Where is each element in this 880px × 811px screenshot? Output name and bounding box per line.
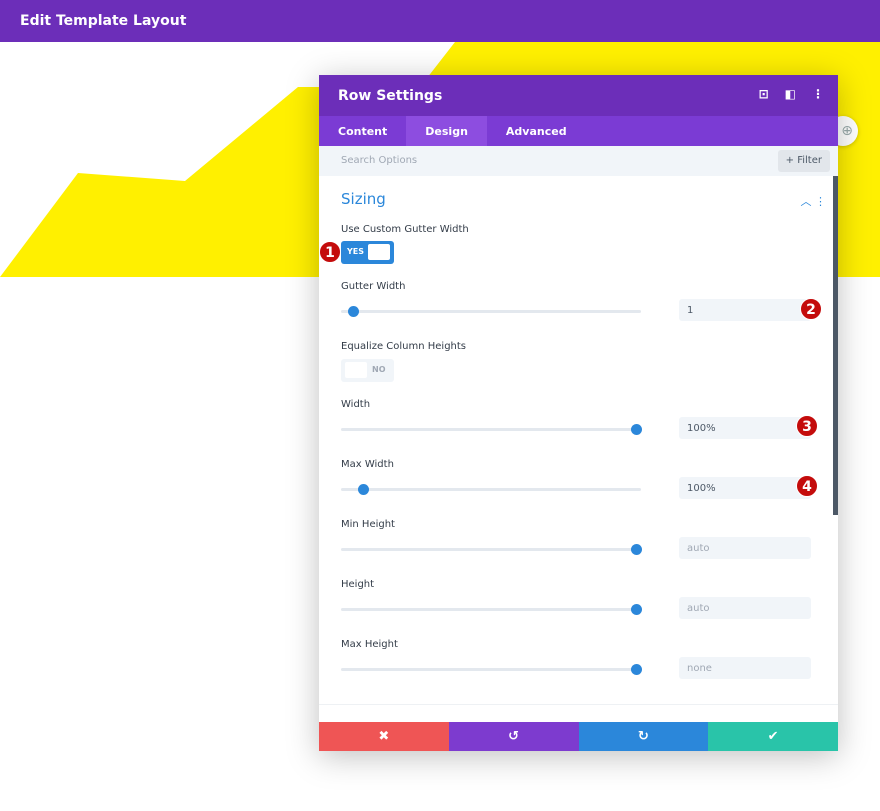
min-height-input[interactable]: auto [679,537,811,559]
max-height-label: Max Height [341,639,398,650]
modal-footer: ✖ ↺ ↻ ✔ [319,722,838,751]
gutter-width-input[interactable]: 1 [679,299,811,321]
section-menu-icon[interactable]: ⋮ [815,195,826,208]
tab-advanced[interactable]: Advanced [487,116,586,146]
gutter-width-slider[interactable] [341,306,641,317]
custom-gutter-label: Use Custom Gutter Width [341,224,469,235]
chevron-up-icon[interactable]: ︿ [801,195,812,208]
expand-icon[interactable]: ⊡ [759,87,769,101]
top-bar: Edit Template Layout [0,0,880,42]
width-input[interactable]: 100% [679,417,811,439]
height-input[interactable]: auto [679,597,811,619]
row-settings-modal: Row Settings ⊡ ◧ ⋮ Content Design Advanc… [319,75,838,751]
page-title: Edit Template Layout [20,13,187,29]
max-height-slider[interactable] [341,664,642,675]
settings-body: Sizing ︿ ⋮ Use Custom Gutter Width YES G… [319,176,838,722]
height-slider[interactable] [341,604,642,615]
custom-gutter-toggle[interactable]: YES [341,241,394,264]
undo-button[interactable]: ↺ [448,722,579,751]
redo-button[interactable]: ↻ [578,722,709,751]
scrollbar[interactable] [833,176,838,515]
split-view-icon[interactable]: ◧ [785,87,796,101]
slider-thumb[interactable] [631,544,642,555]
divider [319,704,838,705]
equalize-toggle[interactable]: NO [341,359,394,382]
search-placeholder: Search Options [341,155,418,166]
modal-title: Row Settings [338,88,443,104]
max-height-input[interactable]: none [679,657,811,679]
filter-button[interactable]: + Filter [777,150,830,172]
toggle-state: YES [347,247,365,256]
step-badge-1: 1 [319,241,341,263]
step-badge-2: 2 [800,298,822,320]
step-badge-3: 3 [796,415,818,437]
more-vertical-icon[interactable]: ⋮ [812,87,824,101]
slider-thumb[interactable] [631,424,642,435]
step-badge-4: 4 [796,475,818,497]
max-width-input[interactable]: 100% [679,477,811,499]
max-width-slider[interactable] [341,484,641,495]
toggle-state: NO [372,365,386,374]
search-options-input[interactable]: Search Options + Filter [319,146,838,176]
tab-design[interactable]: Design [406,116,487,146]
max-width-label: Max Width [341,459,394,470]
tab-bar: Content Design Advanced [319,116,838,146]
slider-thumb[interactable] [631,604,642,615]
min-height-label: Min Height [341,519,395,530]
min-height-slider[interactable] [341,544,642,555]
equalize-label: Equalize Column Heights [341,341,467,352]
cancel-button[interactable]: ✖ [319,722,449,751]
save-button[interactable]: ✔ [708,722,838,751]
width-label: Width [341,399,371,410]
tab-content[interactable]: Content [319,116,406,146]
slider-thumb[interactable] [347,306,359,317]
section-title[interactable]: Sizing [341,190,386,208]
slider-thumb[interactable] [358,484,370,495]
height-label: Height [341,579,375,590]
gutter-width-label: Gutter Width [341,281,406,292]
modal-header: Row Settings ⊡ ◧ ⋮ [319,75,838,116]
width-slider[interactable] [341,424,642,435]
slider-thumb[interactable] [631,664,642,675]
